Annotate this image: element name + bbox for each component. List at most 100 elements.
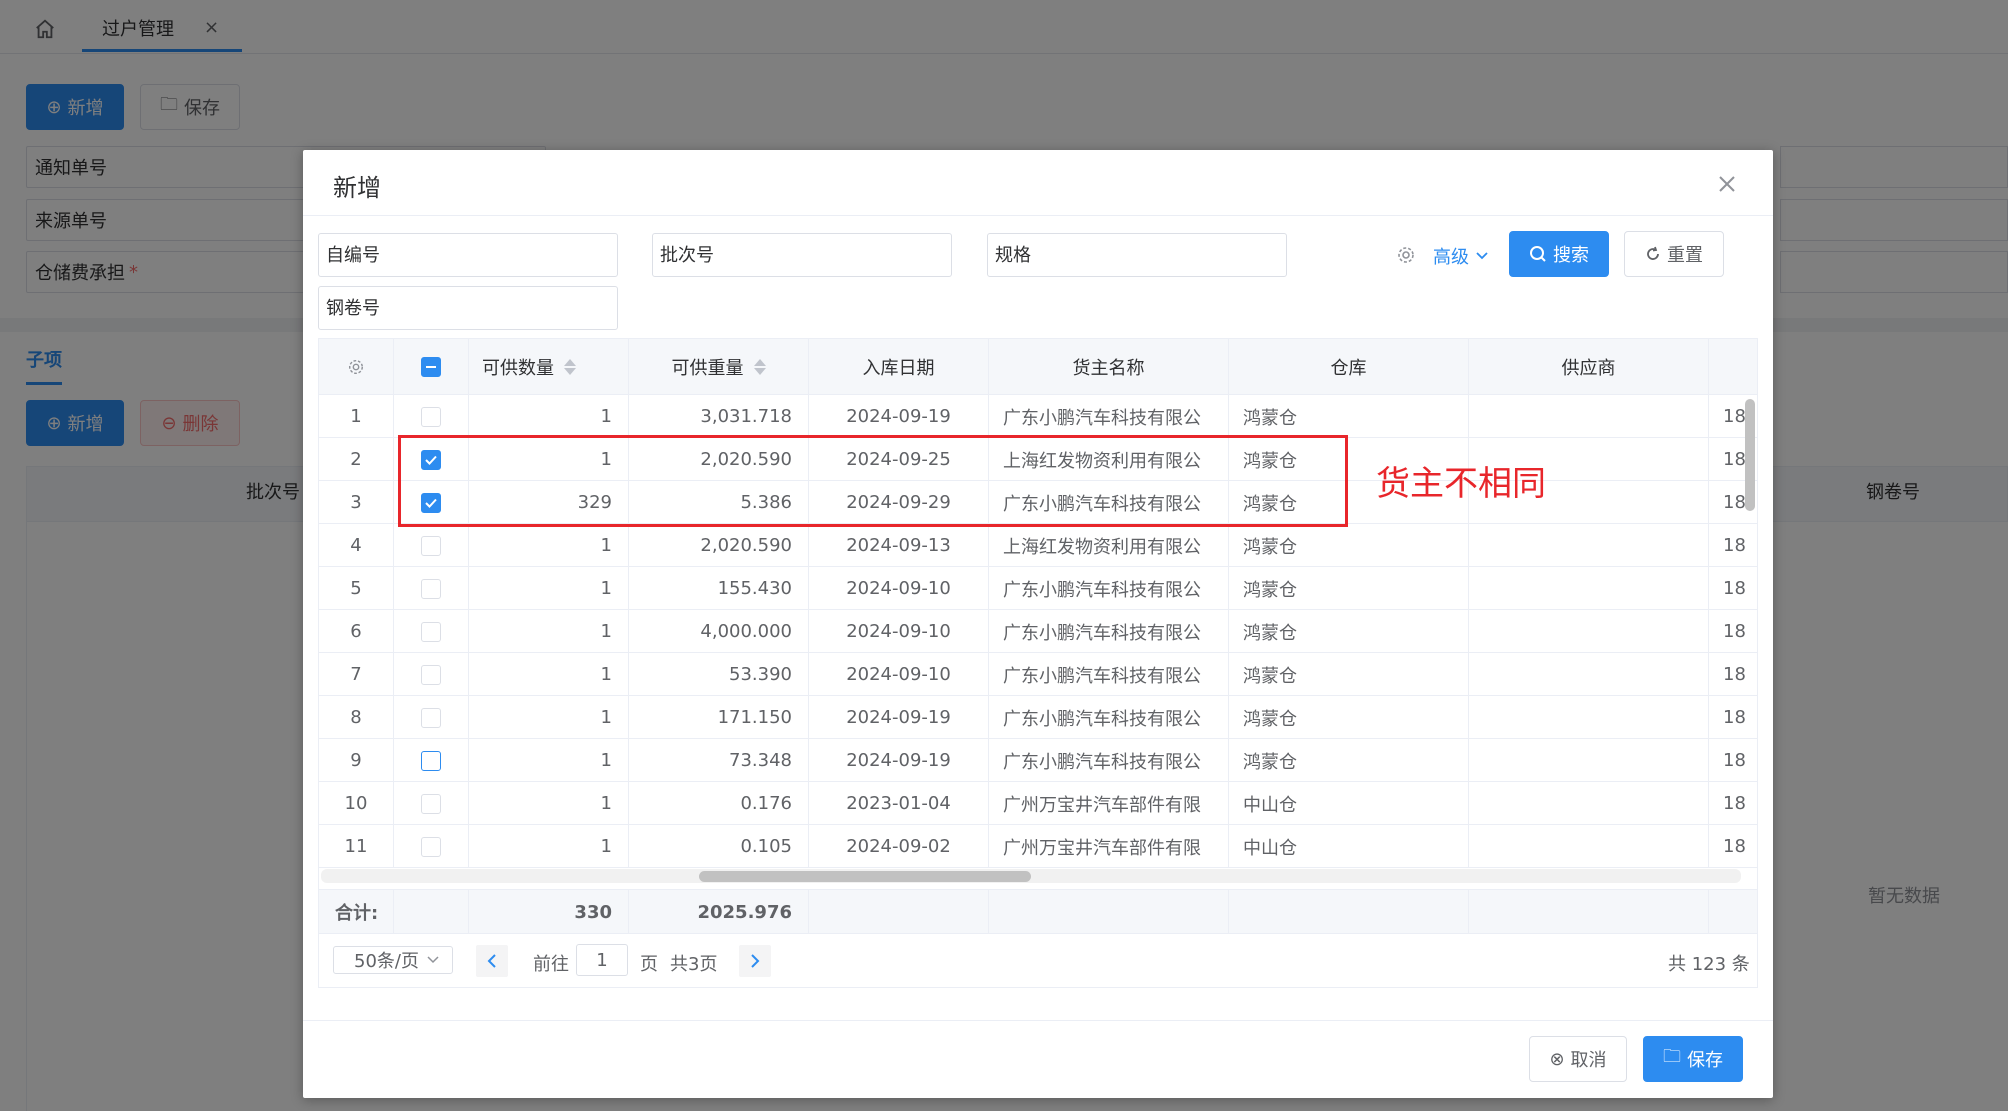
dialog-header: 新增: [303, 150, 1773, 216]
cell-owner: 广东小鹏汽车科技有限公: [989, 567, 1229, 610]
dialog-footer-divider: [303, 1020, 1773, 1021]
cell-warehouse: 鸿蒙仓: [1229, 653, 1469, 696]
row-checkbox[interactable]: [421, 836, 441, 857]
summary-empty: [394, 890, 469, 934]
col-inbound-date: 入库日期: [809, 339, 989, 395]
row-checkbox-cell: [394, 653, 469, 696]
row-checkbox[interactable]: [421, 406, 441, 427]
table-row[interactable]: 1 1 3,031.718 2024-09-19 广东小鹏汽车科技有限公 鸿蒙仓 18: [319, 395, 1757, 438]
table-row[interactable]: 5 1 155.430 2024-09-10 广东小鹏汽车科技有限公 鸿蒙仓 18: [319, 567, 1757, 610]
cell-weight: 0.176: [629, 782, 809, 825]
cell-weight: 3,031.718: [629, 395, 809, 438]
batch-number-input[interactable]: [652, 233, 952, 277]
page-size-select[interactable]: 50条/页: [333, 946, 453, 974]
cell-qty: 1: [469, 395, 629, 438]
column-settings-icon[interactable]: [319, 339, 394, 395]
summary-qty: 330: [469, 890, 629, 934]
cell-idx: 4: [319, 524, 394, 567]
cell-weight: 171.150: [629, 696, 809, 739]
cell-qty: 1: [469, 782, 629, 825]
cell-weight: 4,000.000: [629, 610, 809, 653]
col-available-qty[interactable]: 可供数量: [469, 339, 629, 395]
self-number-input[interactable]: [318, 233, 618, 277]
page-unit: 页: [640, 954, 658, 975]
table-row[interactable]: 4 1 2,020.590 2024-09-13 上海红发物资利用有限公 鸿蒙仓 18: [319, 524, 1757, 567]
table-header: 可供数量 可供重量 入库日期 货主名称 仓库 供应商: [319, 339, 1757, 395]
table-row[interactable]: 11 1 0.105 2024-09-02 广州万宝井汽车部件有限 中山仓 18: [319, 825, 1757, 868]
cell-warehouse: 鸿蒙仓: [1229, 739, 1469, 782]
cell-warehouse: 鸿蒙仓: [1229, 610, 1469, 653]
close-icon[interactable]: [1717, 174, 1741, 198]
row-checkbox-cell: [394, 567, 469, 610]
sort-icon[interactable]: [753, 359, 766, 375]
row-checkbox[interactable]: [421, 621, 441, 642]
table-row[interactable]: 9 1 73.348 2024-09-19 广东小鹏汽车科技有限公 鸿蒙仓 18: [319, 739, 1757, 782]
cell-weight: 2,020.590: [629, 524, 809, 567]
next-page-button[interactable]: [739, 945, 771, 977]
cell-date: 2024-09-02: [809, 825, 989, 868]
row-checkbox-cell: [394, 825, 469, 868]
row-checkbox-cell: [394, 524, 469, 567]
search-button[interactable]: 搜索: [1509, 231, 1609, 277]
cancel-button[interactable]: ⊗ 取消: [1529, 1036, 1627, 1082]
annotation-text: 货主不相同: [1376, 464, 1546, 504]
cell-owner: 广东小鹏汽车科技有限公: [989, 696, 1229, 739]
chevron-down-icon: [427, 956, 439, 964]
page-number-input[interactable]: 1: [576, 944, 628, 976]
spec-input[interactable]: [987, 233, 1287, 277]
cell-qty: 1: [469, 567, 629, 610]
cell-idx: 10: [319, 782, 394, 825]
dialog-save-button[interactable]: 🗀 保存: [1643, 1036, 1743, 1082]
cell-supplier: [1469, 739, 1709, 782]
reset-button[interactable]: 重置: [1624, 231, 1724, 277]
cell-weight: 73.348: [629, 739, 809, 782]
cell-date: 2024-09-13: [809, 524, 989, 567]
cell-weight: 0.105: [629, 825, 809, 868]
advanced-toggle[interactable]: 高级: [1433, 243, 1489, 269]
sort-icon[interactable]: [564, 359, 576, 375]
col-owner-name: 货主名称: [989, 339, 1229, 395]
gear-icon[interactable]: [1396, 245, 1416, 265]
cell-date: 2024-09-10: [809, 653, 989, 696]
summary-empty: [1229, 890, 1469, 934]
row-checkbox-cell: [394, 395, 469, 438]
select-all-checkbox[interactable]: [394, 339, 469, 395]
summary-empty: [809, 890, 989, 934]
cell-qty: 1: [469, 696, 629, 739]
horizontal-scrollbar[interactable]: [321, 869, 1741, 883]
row-checkbox[interactable]: [421, 535, 441, 556]
cell-date: 2023-01-04: [809, 782, 989, 825]
coil-number-input[interactable]: [318, 286, 618, 330]
table-row[interactable]: 10 1 0.176 2023-01-04 广州万宝井汽车部件有限 中山仓 18: [319, 782, 1757, 825]
cell-owner: 广州万宝井汽车部件有限: [989, 825, 1229, 868]
chevron-right-icon: [751, 954, 760, 968]
table-row[interactable]: 7 1 53.390 2024-09-10 广东小鹏汽车科技有限公 鸿蒙仓 18: [319, 653, 1757, 696]
row-checkbox[interactable]: [421, 707, 441, 728]
cell-idx: 2: [319, 438, 394, 481]
cell-owner: 广东小鹏汽车科技有限公: [989, 395, 1229, 438]
cell-owner: 广州万宝井汽车部件有限: [989, 782, 1229, 825]
col-supplier: 供应商: [1469, 339, 1709, 395]
table-row[interactable]: 8 1 171.150 2024-09-19 广东小鹏汽车科技有限公 鸿蒙仓 18: [319, 696, 1757, 739]
row-checkbox[interactable]: [421, 750, 441, 771]
cell-idx: 6: [319, 610, 394, 653]
cell-owner: 广东小鹏汽车科技有限公: [989, 610, 1229, 653]
row-checkbox[interactable]: [421, 578, 441, 599]
cell-supplier: [1469, 696, 1709, 739]
prev-page-button[interactable]: [476, 945, 508, 977]
cell-supplier: [1469, 825, 1709, 868]
row-checkbox-cell: [394, 739, 469, 782]
cell-idx: 9: [319, 739, 394, 782]
row-checkbox[interactable]: [421, 793, 441, 814]
refresh-icon: [1647, 246, 1659, 260]
row-checkbox-cell: [394, 782, 469, 825]
summary-weight: 2025.976: [629, 890, 809, 934]
cell-owner: 广东小鹏汽车科技有限公: [989, 739, 1229, 782]
col-available-weight[interactable]: 可供重量: [629, 339, 809, 395]
table-row[interactable]: 6 1 4,000.000 2024-09-10 广东小鹏汽车科技有限公 鸿蒙仓 18: [319, 610, 1757, 653]
cell-owner: 上海红发物资利用有限公: [989, 524, 1229, 567]
cell-date: 2024-09-19: [809, 395, 989, 438]
row-checkbox[interactable]: [421, 664, 441, 685]
cell-warehouse: 中山仓: [1229, 825, 1469, 868]
vertical-scrollbar[interactable]: [1744, 395, 1756, 885]
